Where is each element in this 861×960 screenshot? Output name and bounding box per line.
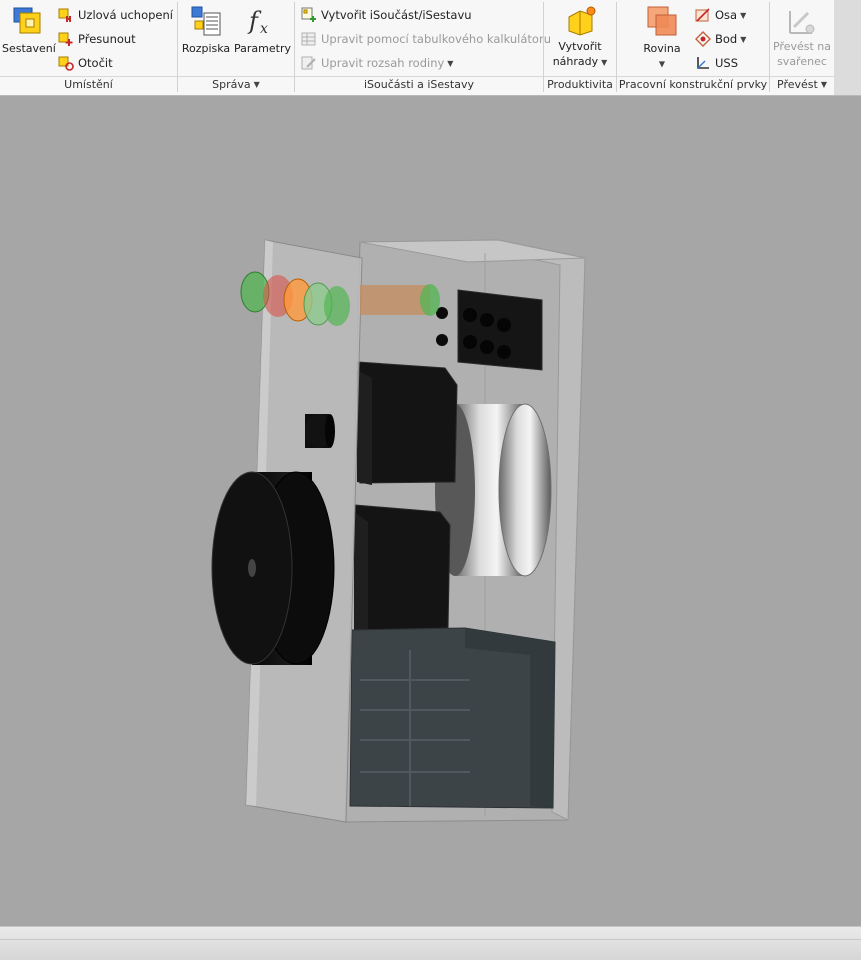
dropdown-arrow-icon: ▼ bbox=[658, 59, 666, 69]
group-label-convert[interactable]: Převést ▼ bbox=[770, 77, 834, 93]
group-label-work-features: Pracovní konstrukční prvky bbox=[618, 78, 768, 91]
group-convert: Převést na svařenec Převést ▼ bbox=[770, 0, 834, 95]
assembly-label: Sestavení bbox=[2, 42, 56, 55]
group-label-productivity: Produktivita bbox=[547, 78, 613, 91]
assembly-icon bbox=[13, 7, 41, 34]
dropdown-arrow-icon: ▼ bbox=[601, 57, 608, 67]
group-dropdown-arrow-icon: ▼ bbox=[820, 80, 827, 89]
group-iparts: Vytvořit iSoučást/iSestavu Upravit pomoc… bbox=[295, 0, 551, 95]
point-icon bbox=[695, 30, 711, 47]
plane-label: Rovina bbox=[643, 42, 681, 55]
relay-block-upper bbox=[357, 361, 458, 485]
plane-icon bbox=[647, 6, 677, 36]
create-substitute-label-line2: náhrady ▼ bbox=[552, 55, 608, 68]
bom-button[interactable]: Rozpiska bbox=[181, 5, 231, 56]
edit-spreadsheet-button[interactable]: Upravit pomocí tabulkového kalkulátoru bbox=[301, 28, 551, 50]
rotate-button[interactable]: Otočit bbox=[58, 52, 113, 74]
move-label: Přesunout bbox=[78, 32, 136, 46]
rotate-icon bbox=[58, 56, 74, 71]
parameters-button[interactable]: f x Parametry bbox=[234, 5, 291, 56]
ribbon-empty-area bbox=[834, 0, 861, 95]
edit-family-button[interactable]: Upravit rozsah rodiny ▼ bbox=[301, 52, 453, 74]
svg-text:x: x bbox=[260, 21, 268, 37]
axis-icon bbox=[695, 7, 710, 22]
ucs-button[interactable]: USS bbox=[695, 52, 738, 74]
node-grip-icon bbox=[58, 8, 71, 22]
spreadsheet-icon bbox=[301, 32, 316, 45]
group-manage: Rozpiska f x Parametry Správa ▼ bbox=[178, 0, 294, 95]
move-icon bbox=[58, 32, 73, 46]
dropdown-arrow-icon: ▼ bbox=[740, 34, 747, 44]
small-black-cylinder bbox=[305, 414, 335, 448]
edit-family-label: Upravit rozsah rodiny bbox=[321, 56, 445, 70]
plane-button[interactable]: Rovina ▼ bbox=[637, 5, 687, 72]
group-placement: Sestavení Uzlová uchopení Přesunout Otoč… bbox=[0, 0, 177, 95]
axis-label: Osa bbox=[715, 8, 738, 22]
group-work-features: Rovina ▼ Osa ▼ Bod ▼ USS Pracovní konstruk… bbox=[617, 0, 769, 95]
move-button[interactable]: Přesunout bbox=[58, 28, 136, 50]
convert-label-line2: svařenec bbox=[777, 55, 827, 68]
group-label-iparts: iSoučásti a iSestavy bbox=[364, 78, 474, 91]
dropdown-arrow-icon: ▼ bbox=[740, 10, 747, 20]
status-bar-divider bbox=[0, 939, 861, 940]
fx-icon: f x bbox=[247, 7, 268, 37]
plane-dropdown[interactable]: ▼ bbox=[637, 56, 687, 72]
node-grip-button[interactable]: Uzlová uchopení bbox=[58, 4, 173, 26]
assembly-model-render bbox=[211, 239, 586, 823]
ribbon: Sestavení Uzlová uchopení Přesunout Otoč… bbox=[0, 0, 861, 96]
point-button[interactable]: Bod ▼ bbox=[695, 28, 746, 50]
bom-label: Rozpiska bbox=[181, 42, 231, 55]
ucs-label: USS bbox=[715, 56, 739, 70]
group-dropdown-arrow-icon: ▼ bbox=[253, 80, 260, 89]
convert-weldment-icon bbox=[789, 11, 815, 34]
convert-label-line1: Převést na bbox=[772, 40, 832, 53]
status-bar bbox=[0, 926, 861, 960]
ucs-icon bbox=[697, 56, 709, 69]
transformer-part bbox=[349, 627, 556, 809]
assembly-button[interactable]: Sestavení bbox=[2, 5, 56, 56]
edit-spreadsheet-label: Upravit pomocí tabulkového kalkulátoru bbox=[321, 32, 551, 46]
graphics-viewport[interactable] bbox=[0, 96, 861, 926]
relay-block-lower bbox=[354, 504, 451, 632]
create-substitute-label-line1: Vytvořit bbox=[558, 40, 602, 53]
axis-button[interactable]: Osa ▼ bbox=[695, 4, 746, 26]
create-ipart-button[interactable]: Vytvořit iSoučást/iSestavu bbox=[301, 4, 472, 26]
node-grip-label: Uzlová uchopení bbox=[78, 8, 173, 22]
dropdown-arrow-icon: ▼ bbox=[447, 58, 454, 68]
create-ipart-label: Vytvořit iSoučást/iSestavu bbox=[321, 8, 472, 22]
large-knob bbox=[211, 471, 335, 665]
create-substitute-button[interactable]: Vytvořit náhrady ▼ bbox=[548, 5, 612, 70]
convert-to-weldment-button[interactable]: Převést na svařenec bbox=[772, 5, 832, 69]
rotate-label: Otočit bbox=[78, 56, 113, 70]
parameters-label: Parametry bbox=[234, 42, 291, 55]
edit-family-icon bbox=[301, 56, 316, 69]
group-label-manage[interactable]: Správa ▼ bbox=[178, 77, 294, 93]
create-substitute-icon bbox=[568, 6, 596, 36]
bom-icon bbox=[191, 6, 221, 36]
group-productivity: Vytvořit náhrady ▼ Produktivita bbox=[544, 0, 616, 95]
point-label: Bod bbox=[715, 32, 738, 46]
create-ipart-icon bbox=[301, 7, 316, 22]
group-label-placement: Umístění bbox=[64, 78, 113, 91]
